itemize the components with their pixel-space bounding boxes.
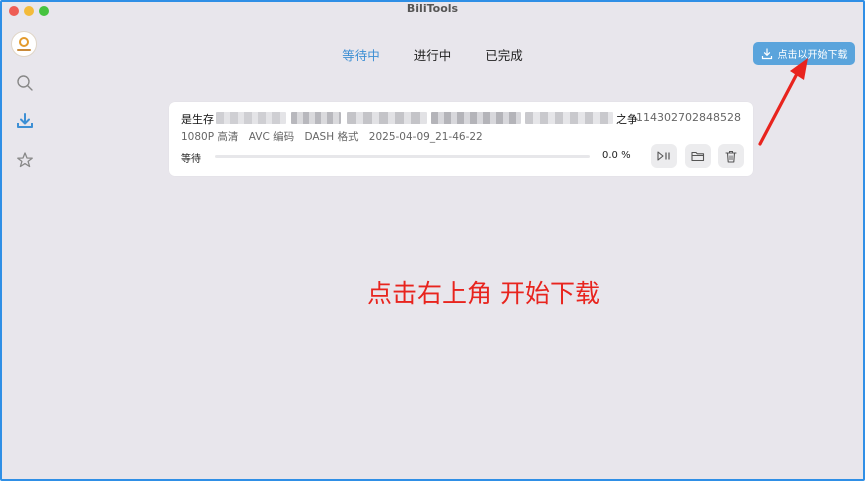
sidebar — [2, 26, 46, 479]
task-id: 114302702848528 — [636, 111, 741, 124]
meta-timestamp: 2025-04-09_21-46-22 — [368, 131, 483, 143]
tab-waiting[interactable]: 等待中 — [342, 45, 380, 64]
app-title: BiliTools — [406, 2, 459, 15]
folder-icon — [691, 151, 705, 162]
task-title-end: 之争 — [616, 113, 638, 126]
play-pause-icon — [657, 151, 670, 161]
search-icon[interactable] — [16, 74, 34, 92]
tab-bar: 等待中 进行中 已完成 — [2, 45, 863, 64]
redacted-title-block — [431, 112, 521, 124]
open-folder-button[interactable] — [685, 144, 711, 168]
redacted-title-block — [216, 112, 286, 124]
instruction-annotation: 点击右上角 开始下载 — [367, 279, 600, 308]
title-bar: BiliTools — [2, 2, 863, 20]
redacted-title-block — [291, 112, 341, 124]
download-icon[interactable] — [16, 112, 34, 130]
redacted-title-block — [525, 112, 613, 124]
trash-icon — [725, 150, 737, 163]
task-status: 等待 — [181, 154, 201, 165]
tab-in-progress[interactable]: 进行中 — [414, 45, 452, 64]
meta-codec: AVC 编码 — [248, 131, 295, 143]
delete-task-button[interactable] — [718, 144, 744, 168]
tab-completed[interactable]: 已完成 — [485, 45, 523, 64]
redacted-title-block — [347, 112, 427, 124]
progress-bar — [215, 155, 590, 158]
play-pause-button[interactable] — [651, 144, 677, 168]
app-window: BiliTools 等待中 进行中 已完成 点击以开始下载 是生存 之争 114… — [0, 0, 865, 481]
meta-resolution: 1080P 高清 — [181, 131, 239, 143]
progress-percent: 0.0 % — [602, 150, 631, 161]
task-title-start: 是生存 — [181, 113, 214, 126]
red-arrow-annotation-icon — [758, 58, 808, 146]
meta-format: DASH 格式 — [304, 131, 359, 143]
star-icon[interactable] — [16, 151, 34, 169]
download-task-card: 是生存 之争 114302702848528 1080P 高清 AVC 编码 D… — [169, 102, 753, 176]
task-meta: 1080P 高清 AVC 编码 DASH 格式 2025-04-09_21-46… — [181, 129, 490, 144]
